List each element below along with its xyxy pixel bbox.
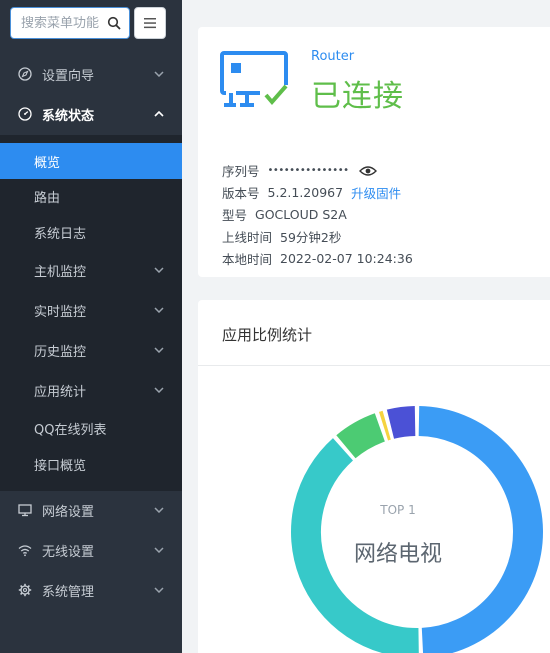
submenu-item-label: 系统日志: [34, 226, 87, 242]
chevron-down-icon: [154, 307, 164, 313]
sidebar-item-system-management[interactable]: 系统管理: [0, 570, 182, 610]
submenu-item-realtime-monitor[interactable]: 实时监控: [0, 292, 182, 328]
model-value: GOCLOUD S2A: [255, 207, 347, 222]
sidebar-item-label: 系统管理: [42, 584, 95, 600]
submenu-item-system-log[interactable]: 系统日志: [0, 214, 182, 250]
chevron-down-icon: [154, 587, 164, 593]
system-status-submenu: 概览 路由 系统日志 主机监控 实时监控 历史监控 应用统计 QQ在线列表 接口…: [0, 135, 182, 491]
gauge-icon: [18, 107, 32, 121]
chevron-up-icon: [154, 111, 164, 117]
chevron-down-icon: [154, 387, 164, 393]
sidebar: 设置向导 系统状态 概览 路由 系统日志 主机监控: [0, 0, 182, 653]
search-box[interactable]: [10, 7, 130, 39]
app-ratio-donut-chart: [291, 406, 543, 653]
submenu-item-host-monitor[interactable]: 主机监控: [0, 252, 182, 288]
uptime-value: 59分钟2秒: [280, 230, 342, 245]
submenu-item-history-monitor[interactable]: 历史监控: [0, 332, 182, 368]
submenu-item-overview[interactable]: 概览: [0, 143, 182, 179]
local-time-row: 本地时间 2022-02-07 10:24:36: [222, 249, 413, 268]
submenu-item-interface-overview[interactable]: 接口概览: [0, 446, 182, 482]
router-icon: [220, 51, 290, 107]
app-ratio-title: 应用比例统计: [222, 326, 313, 344]
donut-slice-1[interactable]: [418, 406, 543, 653]
upgrade-firmware-link[interactable]: 升级固件: [351, 183, 401, 202]
search-row: [10, 7, 166, 39]
top-rank-label: TOP 1: [380, 503, 416, 517]
donut-slice-3[interactable]: [336, 413, 386, 459]
chevron-down-icon: [154, 547, 164, 553]
submenu-item-label: 实时监控: [34, 304, 87, 320]
uptime-label: 上线时间: [222, 230, 273, 245]
donut-slice-4[interactable]: [378, 410, 391, 441]
submenu-item-label: 应用统计: [34, 384, 87, 400]
version-value: 5.2.1.20967: [267, 185, 344, 200]
menu-toggle-button[interactable]: [134, 7, 166, 39]
sidebar-item-network-settings[interactable]: 网络设置: [0, 490, 182, 530]
submenu-item-label: 路由: [34, 190, 61, 206]
uptime-row: 上线时间 59分钟2秒: [222, 227, 341, 246]
submenu-item-routes[interactable]: 路由: [0, 178, 182, 214]
connection-status: 已连接: [311, 79, 404, 114]
local-time-value: 2022-02-07 10:24:36: [280, 251, 413, 266]
serial-value: •••••••••••••••: [267, 165, 349, 176]
search-icon[interactable]: [107, 16, 121, 30]
search-input[interactable]: [21, 15, 107, 31]
submenu-item-label: QQ在线列表: [34, 422, 107, 438]
app: 设置向导 系统状态 概览 路由 系统日志 主机监控: [0, 0, 550, 653]
version-label: 版本号: [222, 186, 260, 201]
compass-icon: [18, 67, 32, 81]
donut-slice-5[interactable]: [386, 406, 416, 439]
chevron-down-icon: [154, 507, 164, 513]
serial-label: 序列号: [222, 164, 260, 179]
submenu-item-qq-online[interactable]: QQ在线列表: [0, 410, 182, 446]
app-ratio-card: 应用比例统计 TOP 1 网络电视: [198, 300, 550, 653]
router-name: Router: [311, 49, 355, 64]
sidebar-item-system-status[interactable]: 系统状态: [0, 94, 182, 134]
sidebar-item-label: 系统状态: [42, 108, 95, 124]
top-app-name: 网络电视: [353, 542, 442, 567]
sidebar-item-label: 网络设置: [42, 504, 95, 520]
gear-icon: [18, 583, 32, 597]
submenu-item-label: 历史监控: [34, 344, 87, 360]
chevron-down-icon: [154, 267, 164, 273]
submenu-item-app-stats[interactable]: 应用统计: [0, 372, 182, 408]
eye-icon[interactable]: [358, 165, 377, 177]
wifi-icon: [18, 543, 32, 557]
local-time-label: 本地时间: [222, 252, 273, 267]
submenu-item-label: 概览: [34, 155, 61, 171]
hamburger-icon: [144, 18, 156, 29]
router-status-card: Router 已连接 序列号 ••••••••••••••• 版本号 5.2.1…: [198, 27, 550, 277]
sidebar-item-label: 无线设置: [42, 544, 95, 560]
serial-row: 序列号 •••••••••••••••: [222, 161, 377, 180]
monitor-icon: [18, 503, 32, 517]
sidebar-item-setup-wizard[interactable]: 设置向导: [0, 54, 182, 94]
sidebar-item-label: 设置向导: [42, 68, 95, 84]
chevron-down-icon: [154, 347, 164, 353]
submenu-item-label: 接口概览: [34, 458, 87, 474]
version-row: 版本号 5.2.1.20967 升级固件: [222, 183, 401, 202]
model-row: 型号 GOCLOUD S2A: [222, 205, 347, 224]
chevron-down-icon: [154, 71, 164, 77]
model-label: 型号: [222, 208, 248, 223]
submenu-item-label: 主机监控: [34, 264, 87, 280]
sidebar-item-wireless-settings[interactable]: 无线设置: [0, 530, 182, 570]
divider: [198, 365, 550, 366]
